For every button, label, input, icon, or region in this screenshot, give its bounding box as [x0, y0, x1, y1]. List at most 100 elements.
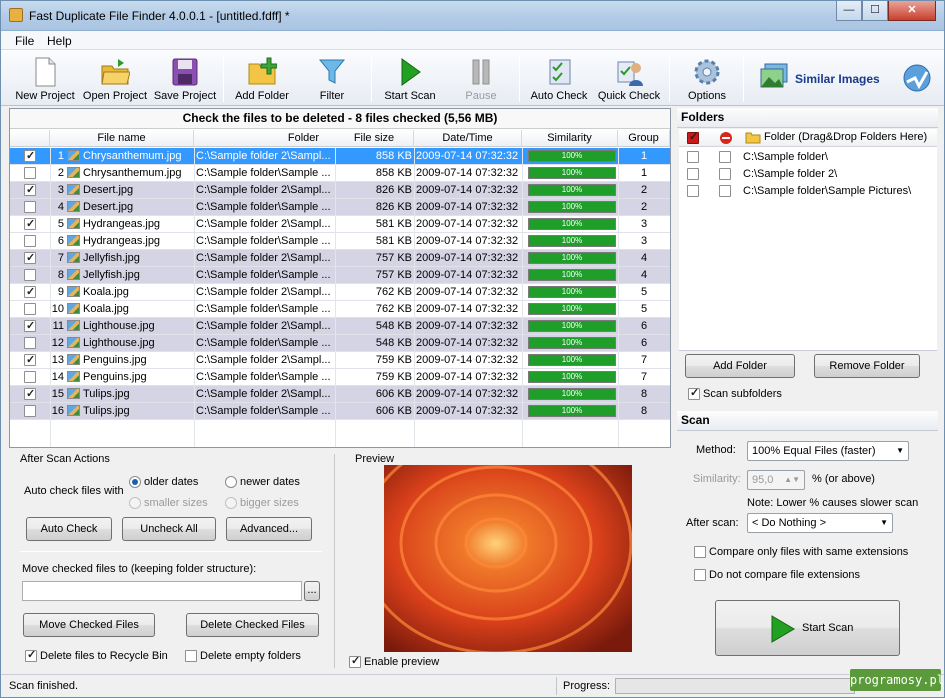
row-checkbox-cell[interactable] — [24, 165, 38, 182]
table-row[interactable]: 3 Desert.jpg C:\Sample folder 2\Sampl... 82… — [10, 182, 670, 199]
newer-dates-radio[interactable] — [225, 476, 237, 488]
same-extensions-checkbox[interactable] — [694, 546, 706, 558]
table-row[interactable]: 2 Chrysanthemum.jpg C:\Sample folder\Sampl… — [10, 165, 670, 182]
filter-button[interactable]: Filter — [307, 52, 357, 104]
move-destination-input[interactable] — [22, 581, 302, 601]
table-row[interactable]: 7 Jellyfish.jpg C:\Sample folder 2\Sampl..… — [10, 250, 670, 267]
save-project-button[interactable]: Save Project — [153, 52, 217, 104]
row-checkbox-cell[interactable] — [24, 216, 38, 233]
row-checkbox[interactable] — [24, 318, 36, 334]
row-checkbox[interactable] — [24, 303, 36, 315]
similar-images-button[interactable]: Similar Images — [755, 52, 887, 104]
include-all-checkbox[interactable] — [687, 130, 699, 144]
title-bar[interactable]: Fast Duplicate File Finder 4.0.0.1 - [un… — [1, 1, 944, 31]
enable-preview-checkbox[interactable] — [349, 654, 361, 668]
row-checkbox[interactable] — [24, 284, 36, 300]
row-checkbox[interactable] — [24, 201, 36, 213]
options-button[interactable]: Options — [679, 52, 735, 104]
row-checkbox-cell[interactable] — [24, 250, 38, 267]
minimize-button[interactable]: — — [836, 1, 862, 21]
table-row[interactable]: 12 Lighthouse.jpg C:\Sample folder\Sample … — [10, 335, 670, 352]
row-checkbox-cell[interactable] — [24, 148, 38, 165]
row-checkbox[interactable] — [24, 167, 36, 179]
folder-exclude-checkbox[interactable] — [719, 151, 731, 163]
row-checkbox[interactable] — [24, 148, 36, 164]
table-row[interactable]: 11 Lighthouse.jpg C:\Sample folder 2\Sampl… — [10, 318, 670, 335]
row-checkbox[interactable] — [24, 337, 36, 349]
move-checked-files-button[interactable]: Move Checked Files — [23, 613, 155, 637]
row-checkbox[interactable] — [24, 216, 36, 232]
row-checkbox-cell[interactable] — [24, 233, 38, 250]
row-checkbox[interactable] — [24, 371, 36, 383]
older-dates-radio[interactable] — [129, 476, 141, 488]
menu-file[interactable]: File — [15, 34, 34, 48]
pause-button[interactable]: Pause — [457, 52, 505, 104]
row-checkbox-cell[interactable] — [24, 182, 38, 199]
table-row[interactable]: 16 Tulips.jpg C:\Sample folder\Sample ... 6… — [10, 403, 670, 420]
menu-help[interactable]: Help — [47, 34, 72, 48]
col-similarity[interactable]: Similarity — [522, 130, 618, 147]
auto-check-toolbar-button[interactable]: Auto Check — [527, 52, 591, 104]
smaller-sizes-radio[interactable] — [129, 497, 141, 509]
row-checkbox-cell[interactable] — [24, 369, 38, 386]
table-row[interactable]: 6 Hydrangeas.jpg C:\Sample folder\Sample .… — [10, 233, 670, 250]
uncheck-all-button[interactable]: Uncheck All — [122, 517, 216, 541]
row-checkbox-cell[interactable] — [24, 318, 38, 335]
row-checkbox[interactable] — [24, 269, 36, 281]
col-group[interactable]: Group — [618, 130, 670, 147]
table-row[interactable]: 8 Jellyfish.jpg C:\Sample folder\Sample ..… — [10, 267, 670, 284]
folder-exclude-checkbox[interactable] — [719, 168, 731, 180]
row-checkbox-cell[interactable] — [24, 284, 38, 301]
auto-check-button[interactable]: Auto Check — [26, 517, 112, 541]
close-button[interactable]: ✕ — [888, 1, 936, 21]
col-file-size[interactable]: File size — [335, 130, 414, 147]
recycle-bin-checkbox[interactable] — [25, 648, 37, 662]
scan-subfolders-checkbox[interactable] — [688, 386, 700, 400]
row-checkbox[interactable] — [24, 386, 36, 402]
folder-list-item[interactable]: C:\Sample folder\Sample Pictures\ — [679, 183, 937, 200]
folder-list-item[interactable]: C:\Sample folder 2\ — [679, 166, 937, 183]
folder-include-checkbox[interactable] — [687, 151, 699, 163]
after-scan-select[interactable]: < Do Nothing > ▼ — [747, 513, 893, 533]
row-checkbox[interactable] — [24, 352, 36, 368]
folder-exclude-checkbox[interactable] — [719, 185, 731, 197]
advanced-button[interactable]: Advanced... — [226, 517, 312, 541]
open-project-button[interactable]: Open Project — [81, 52, 149, 104]
table-row[interactable]: 14 Penguins.jpg C:\Sample folder\Sample ..… — [10, 369, 670, 386]
row-checkbox[interactable] — [24, 405, 36, 417]
row-checkbox-cell[interactable] — [24, 386, 38, 403]
add-folder-toolbar-button[interactable]: Add Folder — [231, 52, 293, 104]
remove-folder-button[interactable]: Remove Folder — [814, 354, 920, 378]
table-row[interactable]: 15 Tulips.jpg C:\Sample folder 2\Sampl... 6… — [10, 386, 670, 403]
row-checkbox-cell[interactable] — [24, 352, 38, 369]
row-checkbox[interactable] — [24, 182, 36, 198]
start-scan-button[interactable]: Start Scan — [715, 600, 900, 656]
col-check[interactable] — [10, 130, 50, 147]
row-checkbox-cell[interactable] — [24, 403, 38, 420]
similarity-input[interactable]: 95,0 ▲▼ — [747, 470, 805, 490]
table-row[interactable]: 4 Desert.jpg C:\Sample folder\Sample ... 82… — [10, 199, 670, 216]
row-checkbox-cell[interactable] — [24, 267, 38, 284]
folder-include-checkbox[interactable] — [687, 168, 699, 180]
add-folder-button[interactable]: Add Folder — [685, 354, 795, 378]
col-date[interactable]: Date/Time — [414, 130, 522, 147]
no-extensions-checkbox[interactable] — [694, 569, 706, 581]
quick-check-button[interactable]: Quick Check — [597, 52, 661, 104]
table-row[interactable]: 5 Hydrangeas.jpg C:\Sample folder 2\Sampl.… — [10, 216, 670, 233]
row-checkbox[interactable] — [24, 250, 36, 266]
table-row[interactable]: 9 Koala.jpg C:\Sample folder 2\Sampl... 762… — [10, 284, 670, 301]
col-file-name[interactable]: File name — [50, 130, 194, 147]
table-row[interactable]: 1 Chrysanthemum.jpg C:\Sample folder 2\Sam… — [10, 148, 670, 165]
method-select[interactable]: 100% Equal Files (faster) ▼ — [747, 441, 909, 461]
row-checkbox-cell[interactable] — [24, 301, 38, 318]
delete-empty-folders-checkbox[interactable] — [185, 650, 197, 662]
delete-checked-files-button[interactable]: Delete Checked Files — [186, 613, 319, 637]
bigger-sizes-radio[interactable] — [225, 497, 237, 509]
table-row[interactable]: 10 Koala.jpg C:\Sample folder\Sample ... 76… — [10, 301, 670, 318]
row-checkbox-cell[interactable] — [24, 199, 38, 216]
row-checkbox[interactable] — [24, 235, 36, 247]
folder-list-item[interactable]: C:\Sample folder\ — [679, 149, 937, 166]
row-checkbox-cell[interactable] — [24, 335, 38, 352]
new-project-button[interactable]: New Project — [13, 52, 77, 104]
table-row[interactable]: 13 Penguins.jpg C:\Sample folder 2\Sampl..… — [10, 352, 670, 369]
